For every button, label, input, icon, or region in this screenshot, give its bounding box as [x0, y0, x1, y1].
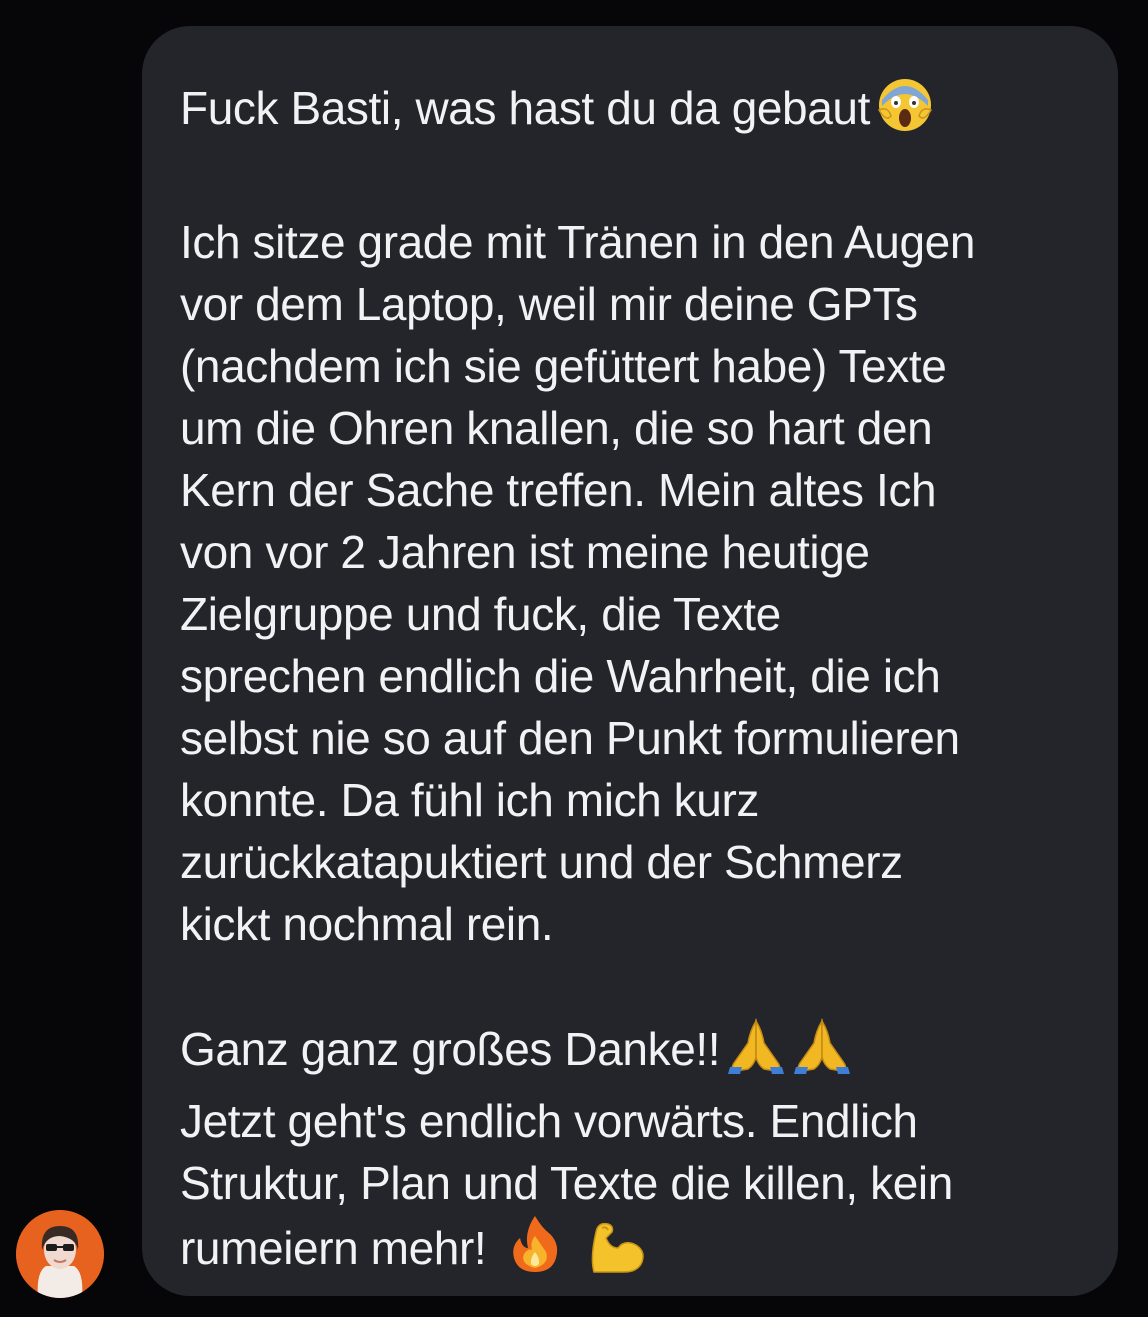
message-bubble[interactable]: Fuck Basti, was hast du da gebaut Ich si… — [142, 26, 1118, 1296]
message-line-greeting: Fuck Basti, was hast du da gebaut — [180, 76, 1088, 149]
message-paragraph-closing: Jetzt geht's endlich vorwärts. Endlich S… — [180, 1090, 1088, 1289]
message-paragraph-main: Ich sitze grade mit Tränen in den Augen … — [180, 216, 976, 950]
sender-avatar[interactable] — [16, 1210, 104, 1298]
chat-screen: Fuck Basti, was hast du da gebaut Ich si… — [0, 0, 1148, 1317]
profile-photo-icon — [16, 1210, 104, 1298]
thanks-text: Ganz ganz großes Danke!! — [180, 1023, 721, 1075]
face-screaming-in-fear-icon — [876, 76, 934, 149]
closing-text: Jetzt geht's endlich vorwärts. Endlich S… — [180, 1095, 953, 1274]
folded-hands-icon — [792, 1017, 852, 1090]
message-line-thanks: Ganz ganz großes Danke!! — [180, 1017, 1088, 1090]
folded-hands-icon — [726, 1017, 786, 1090]
greeting-text: Fuck Basti, was hast du da gebaut — [180, 82, 870, 134]
flexed-biceps-icon — [588, 1218, 648, 1289]
fire-icon — [508, 1214, 562, 1289]
